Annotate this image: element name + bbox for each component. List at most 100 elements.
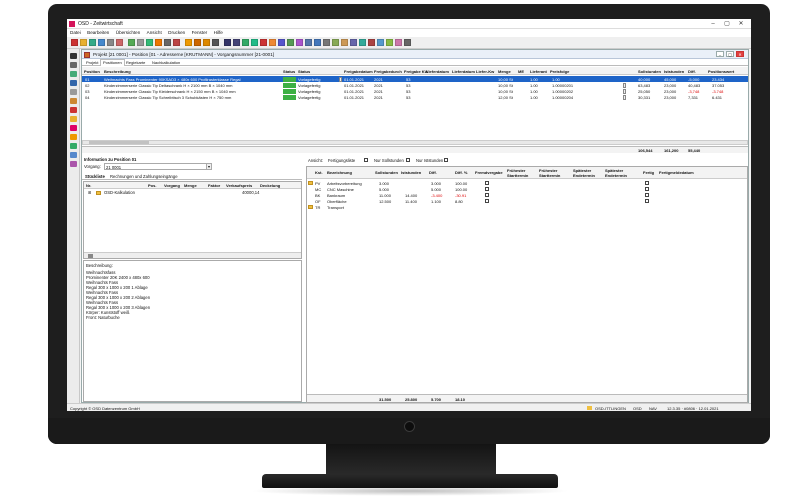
toolbar-button[interactable] xyxy=(71,39,78,46)
menu-bearbeiten[interactable]: Bearbeiten xyxy=(87,29,109,37)
dock-button[interactable] xyxy=(70,71,77,77)
col-lieferant[interactable]: Lieferant xyxy=(530,69,547,74)
dock-button[interactable] xyxy=(70,116,77,122)
dock-button[interactable] xyxy=(70,98,77,104)
tab-rechnungen[interactable]: Rechnungen und Zahlungseingänge xyxy=(110,174,178,179)
project-minimize-button[interactable]: – xyxy=(716,51,724,57)
col-status-2[interactable]: Status xyxy=(298,69,310,74)
dock-button[interactable] xyxy=(70,53,77,59)
col-fertig[interactable]: Fertig xyxy=(643,170,654,175)
tree-col-pos[interactable]: Pos. xyxy=(148,183,156,188)
menu-drucken[interactable]: Drucken xyxy=(168,29,185,37)
col-fruehester-start-2[interactable]: Frühester Starttermin xyxy=(539,168,569,178)
col-lieferdatum[interactable]: Lieferdatum xyxy=(426,69,449,74)
col-sollstunden[interactable]: Sollstunden xyxy=(638,69,661,74)
toolbar-button[interactable] xyxy=(128,39,135,46)
toolbar-button[interactable] xyxy=(173,39,180,46)
col-diff[interactable]: Diff. xyxy=(429,170,437,175)
col-spaetester-ende[interactable]: Spätester Endetermin xyxy=(573,168,601,178)
fertig-checkbox[interactable] xyxy=(645,193,649,197)
dock-button[interactable] xyxy=(70,107,77,113)
dock-button[interactable] xyxy=(70,62,77,68)
toolbar-button[interactable] xyxy=(359,39,366,46)
col-menge[interactable]: Menge xyxy=(498,69,511,74)
tab-projekt[interactable]: Projekt xyxy=(84,60,100,66)
col-bezeichnung[interactable]: Bezeichnung xyxy=(327,170,352,175)
menu-datei[interactable]: Datei xyxy=(70,29,81,37)
toolbar-button[interactable] xyxy=(377,39,384,46)
toolbar-button[interactable] xyxy=(116,39,123,46)
tree-col-vorgang[interactable]: Vorgang xyxy=(164,183,180,188)
vorgang-select[interactable]: 21 0001 ▾ xyxy=(104,163,212,170)
tree-col-menge[interactable]: Menge xyxy=(184,183,197,188)
toolbar-button[interactable] xyxy=(404,39,411,46)
preis-dropdown[interactable] xyxy=(623,94,626,100)
toolbar-button[interactable] xyxy=(80,39,87,46)
filter-ist-checkbox[interactable] xyxy=(444,158,448,162)
col-iststunden[interactable]: Iststunden xyxy=(664,69,684,74)
toolbar-button[interactable] xyxy=(185,39,192,46)
scrollbar-thumb[interactable] xyxy=(89,141,149,144)
tree-col-deckelung[interactable]: Deckelung xyxy=(260,183,280,188)
tree-row[interactable]: ⊞ OSD-Kalkulation 40000,14 xyxy=(84,190,301,196)
toolbar-button[interactable] xyxy=(341,39,348,46)
toolbar-button[interactable] xyxy=(314,39,321,46)
col-fruehester-start[interactable]: Frühester Starttermin xyxy=(507,168,535,178)
col-diff[interactable]: Diff. xyxy=(688,69,696,74)
date-dropdown[interactable] xyxy=(339,76,342,82)
col-iststunden[interactable]: Iststunden xyxy=(401,170,421,175)
col-me[interactable]: ME xyxy=(518,69,524,74)
col-positionswert[interactable]: Positionswert xyxy=(708,69,734,74)
col-status-1[interactable]: Status xyxy=(283,69,295,74)
tree-col-verkaufspreis[interactable]: Verkaufspreis xyxy=(226,183,252,188)
minimize-button[interactable]: – xyxy=(707,20,719,28)
preis-dropdown[interactable] xyxy=(623,88,626,94)
toolbar-button[interactable] xyxy=(155,39,162,46)
table-row[interactable]: TR Transport xyxy=(307,204,747,210)
preis-dropdown[interactable] xyxy=(623,82,626,88)
toolbar-button[interactable] xyxy=(89,39,96,46)
chevron-down-icon[interactable]: ▾ xyxy=(206,164,211,169)
description-box[interactable]: Beschreibung: Weihnachtsfass Prominenter… xyxy=(83,260,302,402)
toolbar-button[interactable] xyxy=(203,39,210,46)
toolbar-button[interactable] xyxy=(146,39,153,46)
toolbar-button[interactable] xyxy=(323,39,330,46)
tab-stueckliste[interactable]: Stückliste xyxy=(85,174,105,179)
expand-icon[interactable]: ⊞ xyxy=(88,190,92,195)
dock-button[interactable] xyxy=(70,152,77,158)
tab-positionen[interactable]: Positionen xyxy=(100,59,125,66)
col-freigabe-kw[interactable]: Freigabe KW xyxy=(404,69,428,74)
toolbar-button[interactable] xyxy=(242,39,249,46)
dock-button[interactable] xyxy=(70,143,77,149)
toolbar-button[interactable] xyxy=(224,39,231,46)
table-row[interactable]: 04 Kinderzimmerserie Classic Tip Schreib… xyxy=(82,94,748,100)
horizontal-scrollbar[interactable] xyxy=(82,140,748,145)
col-freigabedatum[interactable]: Freigabedatum xyxy=(344,69,373,74)
toolbar-button[interactable] xyxy=(386,39,393,46)
toolbar-button[interactable] xyxy=(368,39,375,46)
fremdvergabe-checkbox[interactable] xyxy=(485,199,489,203)
col-spaetester-ende-2[interactable]: Spätester Endetermin xyxy=(605,168,633,178)
fertig-checkbox[interactable] xyxy=(645,199,649,203)
dock-button[interactable] xyxy=(70,134,77,140)
col-fertigmeldedatum[interactable]: Fertigmeldedatum xyxy=(659,170,694,175)
toolbar-button[interactable] xyxy=(287,39,294,46)
toolbar-button[interactable] xyxy=(350,39,357,46)
filter-fertigungsliste-checkbox[interactable] xyxy=(364,158,368,162)
tree-scroll-thumb[interactable] xyxy=(88,254,93,258)
col-lieferdatum-2[interactable]: Lieferdatum xyxy=(452,69,475,74)
tree-col-nr[interactable]: Nr. xyxy=(86,183,91,188)
toolbar-button[interactable] xyxy=(107,39,114,46)
toolbar-button[interactable] xyxy=(278,39,285,46)
tree-scrollbar[interactable] xyxy=(84,252,301,258)
project-close-button[interactable]: ✕ xyxy=(736,51,744,57)
col-liefer-kw[interactable]: Liefer-Kw xyxy=(476,69,494,74)
close-button[interactable]: ✕ xyxy=(735,20,747,28)
dock-button[interactable] xyxy=(70,80,77,86)
toolbar-button[interactable] xyxy=(164,39,171,46)
col-diff-pct[interactable]: Diff. % xyxy=(455,170,467,175)
col-freigabedurch[interactable]: Freigabedurch xyxy=(374,69,402,74)
toolbar-button[interactable] xyxy=(251,39,258,46)
menu-hilfe[interactable]: Hilfe xyxy=(214,29,223,37)
toolbar-button[interactable] xyxy=(332,39,339,46)
